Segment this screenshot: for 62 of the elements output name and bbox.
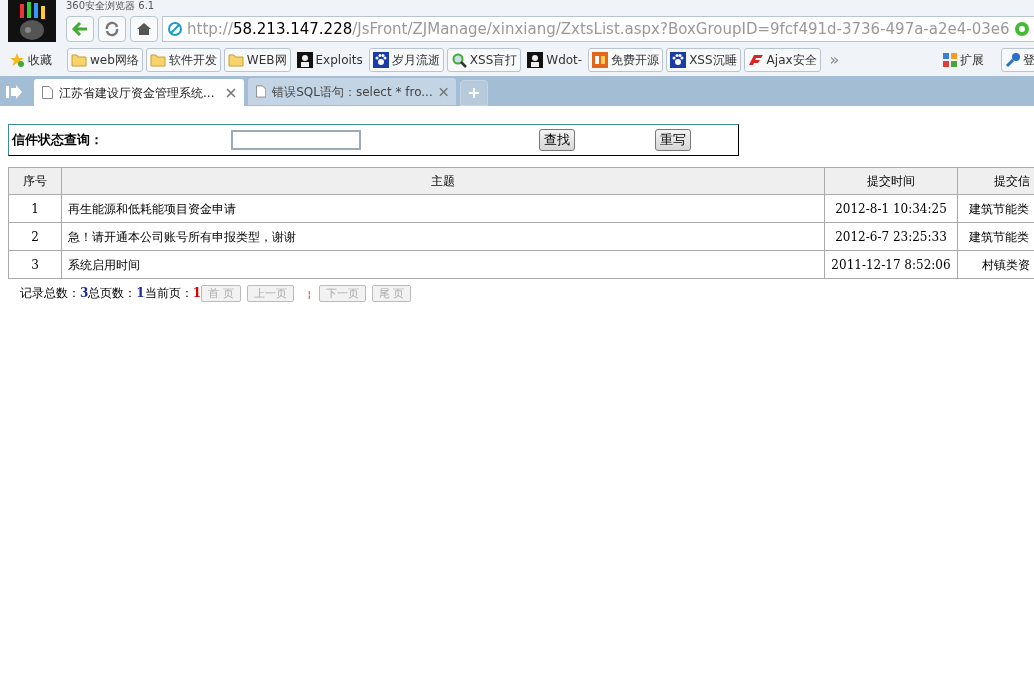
- separator-mark: ¦: [307, 286, 311, 301]
- page-icon: [42, 86, 53, 99]
- back-icon: [72, 22, 88, 36]
- home-icon: [136, 22, 152, 36]
- pager-summary: 记录总数：3总页数：1当前页：1: [20, 285, 202, 302]
- home-button[interactable]: [130, 16, 158, 42]
- table-cell: 2: [8, 222, 62, 251]
- star-icon: [9, 52, 25, 68]
- column-header: 主题: [61, 167, 825, 195]
- bookmark-link[interactable]: Exploits: [293, 48, 366, 72]
- person-icon: [527, 52, 544, 68]
- magnifier-icon: [450, 52, 467, 68]
- search-label: 信件状态查询：: [12, 131, 104, 150]
- bookmark-link[interactable]: XSS沉睡: [666, 48, 741, 72]
- paw-icon: [670, 52, 687, 68]
- table-cell: 2012-6-7 23:25:33: [824, 222, 958, 251]
- column-header: 序号: [8, 167, 62, 195]
- bookmark-link[interactable]: XSS盲打: [446, 48, 522, 72]
- extensions-button[interactable]: 扩展: [943, 51, 984, 69]
- column-header: 提交信: [957, 167, 1034, 195]
- bookmark-link[interactable]: 免费开源: [588, 48, 664, 72]
- page-icon: [256, 85, 267, 98]
- browser-tab[interactable]: 江苏省建设厅资金管理系统...: [34, 79, 244, 106]
- form-button[interactable]: 重写: [655, 129, 691, 151]
- extensions-icon: [943, 53, 957, 67]
- folder-icon: [149, 52, 166, 68]
- form-button[interactable]: 查找: [539, 129, 575, 151]
- swoosh-icon: [747, 52, 764, 68]
- back-button[interactable]: [66, 16, 94, 42]
- paw-icon: [372, 52, 389, 68]
- bookmark-link[interactable]: 软件开发: [145, 48, 221, 72]
- sidebar-toggle-icon[interactable]: [6, 85, 22, 99]
- folder-icon: [227, 52, 244, 68]
- bookmark-link[interactable]: Ajax安全: [743, 48, 821, 72]
- bookmark-link[interactable]: 收藏: [6, 48, 64, 72]
- close-icon[interactable]: [226, 87, 236, 98]
- bookmark-link[interactable]: Wdot-: [524, 48, 586, 72]
- bookmark-link[interactable]: 岁月流逝: [368, 48, 444, 72]
- plus-icon: [469, 88, 479, 98]
- bookmark-link[interactable]: WEB网: [223, 48, 291, 72]
- address-field[interactable]: http://58.213.147.228/JsFront/ZJManage/xinxiang/ZxtsList.aspx?BoxGroupID=9fcf491d-3736-497a-a2e4-03e6: [162, 16, 1034, 42]
- table-cell: 系统启用时间: [61, 250, 825, 279]
- browser-tab[interactable]: 错误SQL语句：select * fro...: [248, 78, 456, 105]
- close-icon[interactable]: [438, 86, 448, 97]
- table-cell: 1: [8, 194, 62, 223]
- refresh-button[interactable]: [98, 16, 126, 42]
- key-icon: [1005, 52, 1021, 68]
- column-header: 提交时间: [824, 167, 958, 195]
- table-cell: 2011-12-17 8:52:06: [824, 250, 958, 279]
- refresh-icon: [104, 21, 120, 37]
- url-text: http://58.213.147.228/JsFront/ZJManage/xinxiang/ZxtsList.aspx?BoxGroupID=9fcf491d-3736-497a-a2e4-03e6: [187, 18, 1010, 40]
- login-button[interactable]: 登: [1001, 48, 1034, 72]
- search-field[interactable]: [231, 130, 361, 150]
- table-cell: 3: [8, 250, 62, 279]
- window-title: 360安全浏览器 6.1: [66, 0, 156, 13]
- new-tab-button[interactable]: [460, 80, 488, 106]
- table-cell: 2012-8-1 10:34:25: [824, 194, 958, 223]
- bookmark-link[interactable]: web网络: [67, 48, 143, 72]
- table-cell: 再生能源和低耗能项目资金申请: [61, 194, 825, 223]
- table-cell: 急！请开通本公司账号所有申报类型，谢谢: [61, 222, 825, 251]
- site-icon: [167, 21, 183, 37]
- folder-icon: [71, 52, 87, 68]
